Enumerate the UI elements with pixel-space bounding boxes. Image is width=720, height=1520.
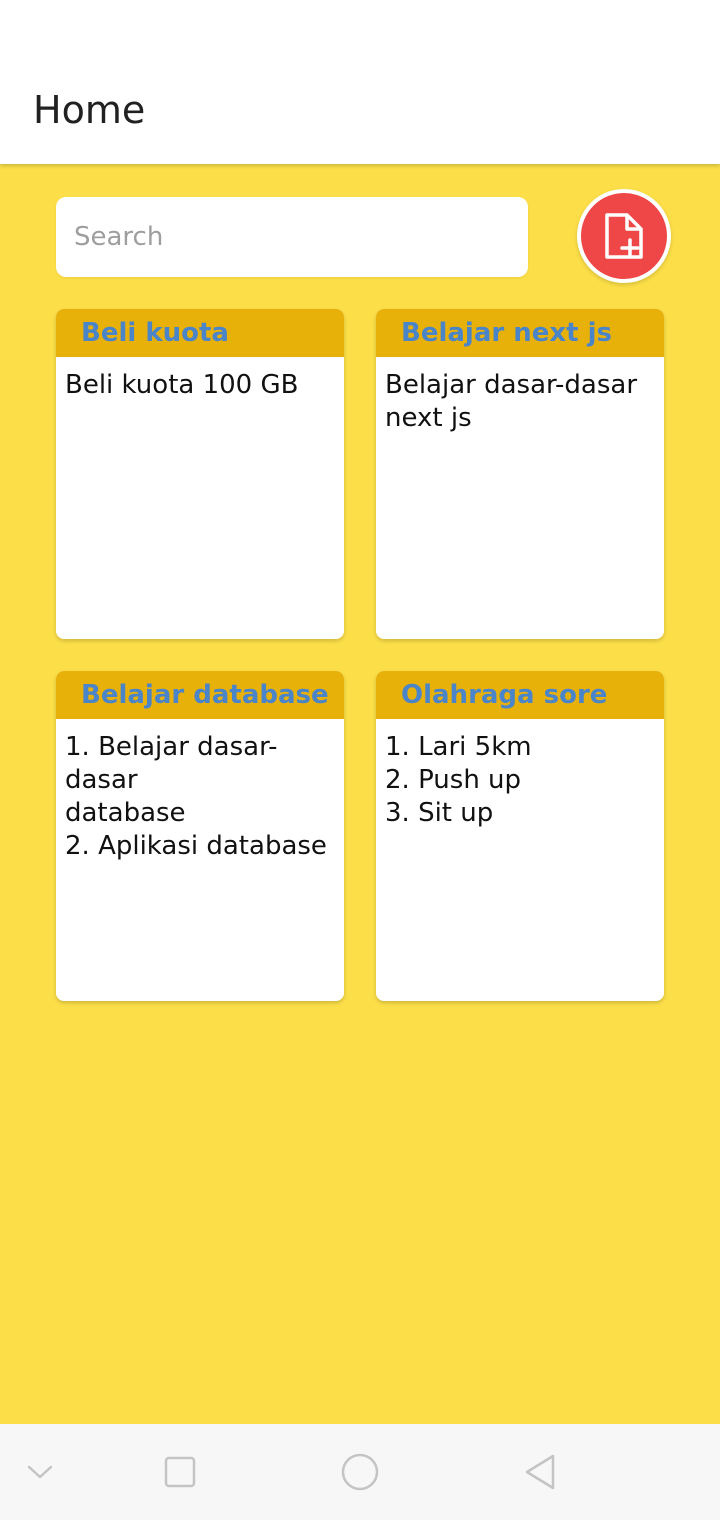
nav-recents-button[interactable] [150,1424,210,1520]
note-card-header: Belajar database [56,671,344,719]
note-title: Beli kuota [81,318,229,348]
note-body: 1. Lari 5km 2. Push up 3. Sit up [385,732,532,828]
note-title: Belajar database [81,680,329,710]
note-body: Beli kuota 100 GB [65,370,299,400]
note-card-header: Belajar next js [376,309,664,357]
note-body: 1. Belajar dasar-dasar database 2. Aplik… [65,732,327,861]
note-title: Olahraga sore [401,680,608,710]
system-nav-bar [0,1424,720,1520]
note-card[interactable]: Belajar database 1. Belajar dasar-dasar … [56,671,344,1001]
page-title: Home [33,88,146,132]
note-card[interactable]: Belajar next js Belajar dasar-dasar next… [376,309,664,639]
circle-icon [341,1453,379,1491]
search-input[interactable] [72,221,512,253]
note-card-header: Beli kuota [56,309,344,357]
note-body: Belajar dasar-dasar next js [385,370,638,433]
note-card[interactable]: Olahraga sore 1. Lari 5km 2. Push up 3. … [376,671,664,1001]
search-box[interactable] [56,197,528,277]
add-note-button[interactable] [577,189,671,283]
note-title: Belajar next js [401,318,613,348]
file-plus-icon [605,213,643,259]
note-card[interactable]: Beli kuota Beli kuota 100 GB [56,309,344,639]
nav-hide-button[interactable] [10,1424,70,1520]
square-icon [164,1456,196,1488]
app-header: Home [0,0,720,164]
chevron-down-icon [27,1465,53,1479]
back-triangle-icon [525,1454,555,1490]
nav-back-button[interactable] [510,1424,570,1520]
nav-home-button[interactable] [330,1424,390,1520]
note-card-header: Olahraga sore [376,671,664,719]
